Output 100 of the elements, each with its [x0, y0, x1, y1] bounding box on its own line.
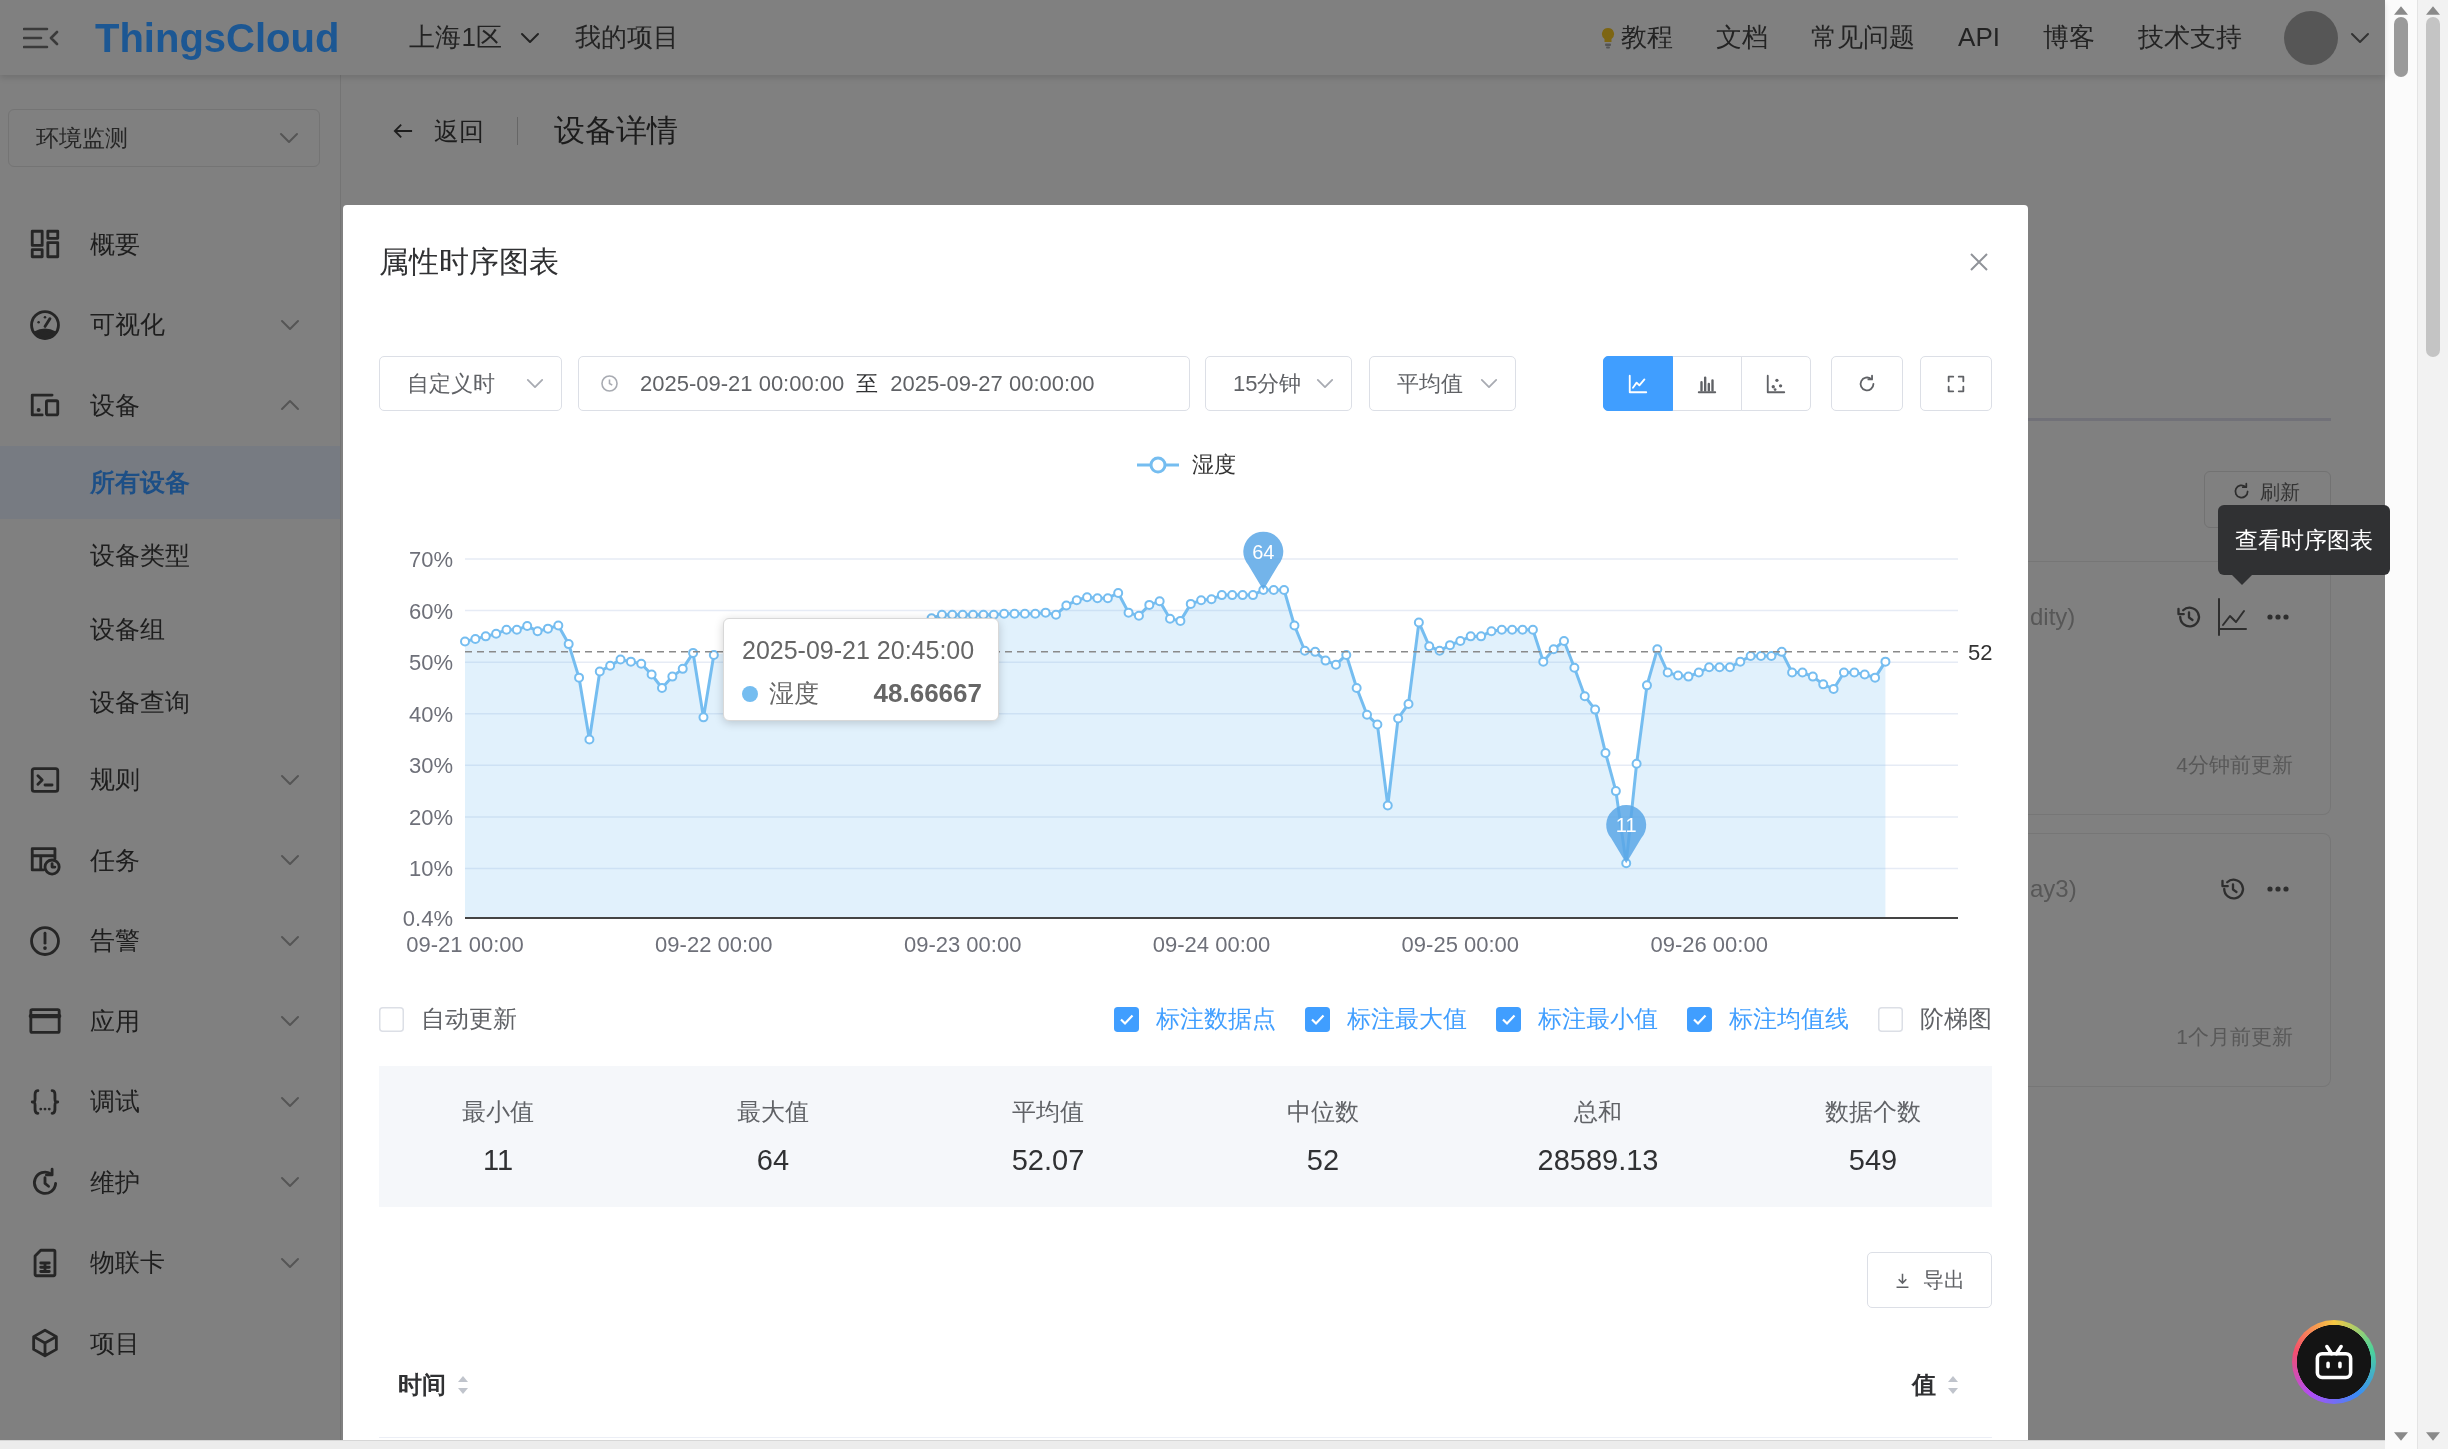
- more-icon[interactable]: [2267, 886, 2289, 892]
- nav-link[interactable]: API: [1958, 20, 2000, 55]
- stat-label: 最小值: [462, 1097, 534, 1127]
- annotation: 64: [1252, 540, 1275, 563]
- alert-icon: [28, 923, 62, 958]
- aggregate-select[interactable]: 平均值: [1369, 356, 1516, 411]
- sidebar-item[interactable]: 维护: [0, 1142, 340, 1223]
- sidebar-item[interactable]: 设备: [0, 365, 340, 446]
- user-avatar[interactable]: [2284, 10, 2338, 65]
- sidebar-item[interactable]: 规则: [0, 739, 340, 820]
- region-dropdown[interactable]: 上海1区: [409, 20, 540, 55]
- scrollbar-thumb[interactable]: [2426, 17, 2440, 357]
- scroll-up-icon[interactable]: [2394, 6, 2408, 15]
- nav-link[interactable]: 文档: [1716, 20, 1769, 55]
- sidebar-subitem[interactable]: 设备类型: [0, 519, 340, 593]
- sidebar-subitem[interactable]: 设备查询: [0, 666, 340, 740]
- scroll-up-icon[interactable]: [2426, 6, 2440, 15]
- scrollbar-thumb[interactable]: [2394, 17, 2408, 77]
- stat-label: 数据个数: [1825, 1097, 1921, 1127]
- annotation: 11: [1615, 814, 1637, 837]
- line-chart-icon: [1627, 372, 1649, 395]
- menu-fold-icon[interactable]: [23, 25, 59, 50]
- scroll-down-icon[interactable]: [2426, 1432, 2440, 1441]
- stat-value: 28589.13: [1537, 1143, 1659, 1178]
- export-button[interactable]: 导出: [1867, 1252, 1992, 1308]
- more-icon[interactable]: [2267, 614, 2289, 620]
- column-header[interactable]: 值: [1912, 1372, 1960, 1398]
- range-select[interactable]: 自定义时: [379, 356, 562, 411]
- download-icon: [1894, 1271, 1911, 1289]
- line-chart-icon[interactable]: [2217, 598, 2247, 636]
- y-axis-label: 30%: [408, 753, 453, 779]
- chevron-down-icon[interactable]: [2350, 31, 2370, 44]
- checkbox-option[interactable]: 自动更新: [379, 1003, 517, 1035]
- y-axis-label: 20%: [408, 804, 453, 830]
- x-axis-label: 09-23 00:00: [903, 932, 1022, 957]
- y-axis-label: 60%: [408, 598, 453, 624]
- chevron-down-icon: [526, 378, 544, 389]
- stat-label: 总和: [1574, 1097, 1622, 1127]
- stat-value: 11: [482, 1143, 514, 1178]
- sidebar-item[interactable]: 调试: [0, 1061, 340, 1142]
- checkbox-option[interactable]: 阶梯图: [1878, 1003, 1992, 1035]
- checkbox[interactable]: [1114, 1006, 1139, 1032]
- sort-icon: [456, 1374, 470, 1396]
- tv-icon: [2315, 1344, 2353, 1380]
- stat-value: 64: [756, 1143, 790, 1178]
- nav-link[interactable]: 博客: [2043, 20, 2095, 55]
- stat-value: 549: [1848, 1143, 1898, 1178]
- checkbox-option[interactable]: 标注均值线: [1687, 1003, 1849, 1035]
- stat-value: 52.07: [1011, 1143, 1085, 1178]
- dialog-title: 属性时序图表: [379, 243, 559, 280]
- date-range-field[interactable]: 2025-09-21 00:00:00 至 2025-09-27 00:00:00: [578, 356, 1190, 411]
- sidebar-item[interactable]: 概要: [0, 204, 340, 285]
- page-title: 设备详情: [554, 112, 678, 150]
- x-axis-label: 09-21 00:00: [406, 932, 524, 957]
- tooltip-series-name: 湿度: [769, 678, 819, 709]
- sidebar-item[interactable]: 物联卡: [0, 1222, 340, 1303]
- nav-link[interactable]: 我的项目: [574, 20, 679, 55]
- scroll-down-icon[interactable]: [2394, 1432, 2408, 1441]
- checkbox-option[interactable]: 标注最小值: [1496, 1003, 1658, 1035]
- value-pin: 11: [1606, 805, 1647, 864]
- checkbox[interactable]: [1305, 1006, 1330, 1032]
- tooltip-value: 48.66667: [873, 678, 982, 709]
- column-header[interactable]: 时间: [398, 1372, 470, 1398]
- x-axis-label: 09-26 00:00: [1650, 932, 1768, 957]
- clock-icon: [600, 374, 619, 393]
- nav-link[interactable]: 技术支持: [2138, 20, 2242, 55]
- nav-link[interactable]: 教程: [1601, 20, 1674, 55]
- checkbox[interactable]: [1687, 1006, 1712, 1032]
- project-select[interactable]: 环境监测: [8, 109, 320, 167]
- y-axis-label: 70%: [408, 547, 453, 572]
- history-icon[interactable]: [2175, 603, 2203, 631]
- scatter-chart-icon: [1765, 372, 1787, 395]
- value-pin: 64: [1243, 531, 1284, 590]
- sidebar-item[interactable]: 应用: [0, 981, 340, 1062]
- x-axis-label: 09-25 00:00: [1401, 932, 1520, 957]
- close-icon[interactable]: [1969, 252, 1989, 272]
- sidebar-item[interactable]: 项目: [0, 1303, 340, 1384]
- gauge-icon: [28, 307, 62, 342]
- checkbox[interactable]: [1496, 1006, 1521, 1032]
- sidebar-item[interactable]: 任务: [0, 820, 340, 901]
- sidebar-item[interactable]: 告警: [0, 900, 340, 981]
- legend-item[interactable]: 湿度: [1135, 451, 1236, 479]
- back-link[interactable]: 返回: [393, 114, 484, 148]
- reload-button[interactable]: [1831, 356, 1903, 411]
- y-axis-label: 10%: [408, 856, 453, 882]
- interval-select[interactable]: 15分钟: [1205, 356, 1352, 411]
- scrollbar[interactable]: [2385, 0, 2417, 1449]
- horizontal-scrollbar[interactable]: [0, 1440, 2385, 1449]
- sidebar-subitem[interactable]: 设备组: [0, 592, 340, 666]
- tooltip-time: 2025-09-21 20:45:00: [742, 635, 976, 665]
- checkbox-option[interactable]: 标注最大值: [1305, 1003, 1467, 1035]
- nav-link[interactable]: 常见问题: [1811, 20, 1916, 55]
- fullscreen-button[interactable]: [1920, 356, 1992, 411]
- history-icon[interactable]: [2219, 875, 2247, 903]
- y-axis-label: 50%: [408, 650, 453, 676]
- stat-label: 最大值: [737, 1097, 809, 1127]
- checkbox-option[interactable]: 标注数据点: [1114, 1003, 1276, 1035]
- stat-label: 平均值: [1012, 1097, 1084, 1127]
- scrollbar[interactable]: [2417, 0, 2448, 1449]
- sidebar-item[interactable]: 可视化: [0, 284, 340, 365]
